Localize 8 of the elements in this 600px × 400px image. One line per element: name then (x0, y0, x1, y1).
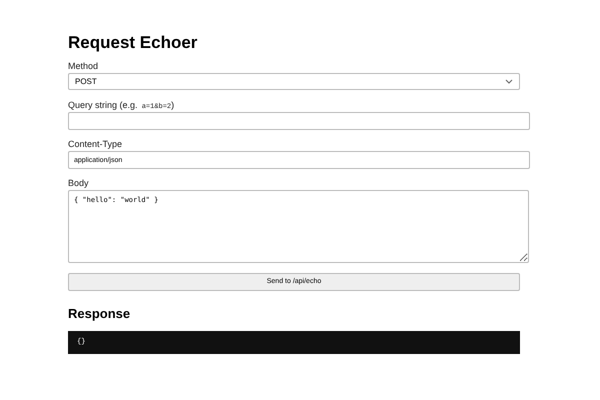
field-label: Content-Type (68, 138, 122, 151)
response-heading: Response (68, 305, 130, 323)
field-label: Method (68, 60, 98, 73)
text-field[interactable] (68, 112, 530, 130)
field-label: Body (68, 177, 89, 190)
method-select[interactable]: POST (68, 73, 520, 90)
chevron-down-icon (505, 79, 513, 84)
page-title: Request Echoer (68, 33, 198, 53)
